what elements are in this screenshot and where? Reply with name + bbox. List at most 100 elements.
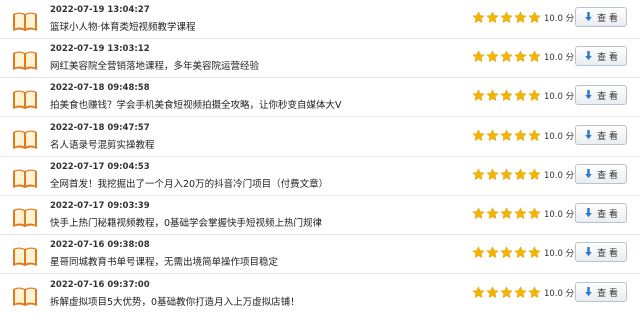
rating-stars xyxy=(472,11,541,25)
list-item: 2022-07-19 13:04:27 篮球小人物·体育类短视频教学课程 10.0 … xyxy=(0,0,640,39)
open-book-icon xyxy=(13,130,37,149)
view-button[interactable]: 查 看 xyxy=(575,282,627,302)
item-score: 10.0 分 xyxy=(544,14,575,24)
view-button-label: 查 看 xyxy=(597,288,618,299)
star-icon xyxy=(472,50,485,63)
item-date: 2022-07-18 09:48:58 xyxy=(50,83,150,93)
star-icon xyxy=(514,129,527,142)
star-icon xyxy=(528,50,541,63)
star-icon xyxy=(472,168,485,181)
item-date: 2022-07-18 09:47:57 xyxy=(50,123,150,133)
star-icon xyxy=(514,89,527,102)
item-title: 名人语录号混剪实操教程 xyxy=(50,140,155,151)
open-book-icon xyxy=(13,12,37,31)
star-icon xyxy=(472,89,485,102)
download-arrow-icon xyxy=(585,130,592,140)
star-icon xyxy=(500,50,513,63)
open-book-icon xyxy=(13,51,37,70)
item-score: 10.0 分 xyxy=(544,53,575,63)
download-arrow-icon xyxy=(585,90,592,100)
course-list: 2022-07-19 13:04:27 篮球小人物·体育类短视频教学课程 10.0 … xyxy=(0,0,640,315)
star-icon xyxy=(486,168,499,181)
item-score: 10.0 分 xyxy=(544,171,575,181)
item-date: 2022-07-17 09:04:53 xyxy=(50,162,150,172)
download-arrow-icon xyxy=(585,169,592,179)
star-icon xyxy=(528,89,541,102)
view-button[interactable]: 查 看 xyxy=(575,203,627,223)
view-button-label: 查 看 xyxy=(597,131,618,142)
item-date: 2022-07-16 09:38:08 xyxy=(50,240,150,250)
rating-stars xyxy=(472,89,541,103)
star-icon xyxy=(528,207,541,220)
list-item: 2022-07-17 09:04:53 全网首发！我挖掘出了一个月入20万的抖音冷… xyxy=(0,157,640,196)
download-arrow-icon xyxy=(585,287,592,297)
item-title: 星哥同城教育书单号课程，无需出境简单操作项目稳定 xyxy=(50,257,279,268)
rating-stars xyxy=(472,246,541,260)
star-icon xyxy=(528,168,541,181)
list-item: 2022-07-18 09:47:57 名人语录号混剪实操教程 10.0 分 查 看 xyxy=(0,118,640,157)
download-arrow-icon xyxy=(585,12,592,22)
list-item: 2022-07-17 09:03:39 快手上热门秘籍视频教程，0基础学会掌握快手… xyxy=(0,196,640,235)
star-icon xyxy=(486,129,499,142)
item-score: 10.0 分 xyxy=(544,289,575,299)
star-icon xyxy=(528,246,541,259)
view-button-label: 查 看 xyxy=(597,91,618,102)
view-button-label: 查 看 xyxy=(597,13,618,24)
list-item: 2022-07-19 13:03:12 网红美容院全营销落地课程，多年美容院运营经… xyxy=(0,39,640,78)
item-date: 2022-07-19 13:03:12 xyxy=(50,44,150,54)
star-icon xyxy=(500,129,513,142)
item-title: 篮球小人物·体育类短视频教学课程 xyxy=(50,22,196,33)
download-arrow-icon xyxy=(585,208,592,218)
item-score: 10.0 分 xyxy=(544,92,575,102)
list-item: 2022-07-18 09:48:58 拍美食也赚钱？学会手机美食短视频拍摄全攻略… xyxy=(0,78,640,117)
star-icon xyxy=(528,11,541,24)
item-score: 10.0 分 xyxy=(544,132,575,142)
star-icon xyxy=(514,286,527,299)
item-title: 拍美食也赚钱？学会手机美食短视频拍摄全攻略，让你秒变自媒体大V xyxy=(50,100,342,111)
star-icon xyxy=(500,207,513,220)
item-date: 2022-07-16 09:37:00 xyxy=(50,280,150,290)
star-icon xyxy=(514,168,527,181)
view-button-label: 查 看 xyxy=(597,170,618,181)
star-icon xyxy=(472,246,485,259)
star-icon xyxy=(472,207,485,220)
rating-stars xyxy=(472,168,541,182)
star-icon xyxy=(486,11,499,24)
star-icon xyxy=(500,168,513,181)
view-button[interactable]: 查 看 xyxy=(575,164,627,184)
star-icon xyxy=(486,246,499,259)
star-icon xyxy=(514,11,527,24)
star-icon xyxy=(472,286,485,299)
star-icon xyxy=(514,50,527,63)
star-icon xyxy=(472,129,485,142)
star-icon xyxy=(528,286,541,299)
star-icon xyxy=(500,11,513,24)
view-button-label: 查 看 xyxy=(597,248,618,259)
item-title: 全网首发！我挖掘出了一个月入20万的抖音冷门项目（付费文章） xyxy=(50,179,329,190)
view-button[interactable]: 查 看 xyxy=(575,7,627,27)
download-arrow-icon xyxy=(585,247,592,257)
item-date: 2022-07-17 09:03:39 xyxy=(50,201,150,211)
star-icon xyxy=(486,89,499,102)
open-book-icon xyxy=(13,90,37,109)
rating-stars xyxy=(472,50,541,64)
star-icon xyxy=(486,286,499,299)
view-button[interactable]: 查 看 xyxy=(575,242,627,262)
item-score: 10.0 分 xyxy=(544,249,575,259)
view-button[interactable]: 查 看 xyxy=(575,46,627,66)
view-button[interactable]: 查 看 xyxy=(575,125,627,145)
list-item: 2022-07-16 09:37:00 拆解虚拟项目5大优势，0基础教你打造月入上… xyxy=(0,275,640,315)
star-icon xyxy=(486,207,499,220)
star-icon xyxy=(500,89,513,102)
view-button-label: 查 看 xyxy=(597,52,618,63)
item-score: 10.0 分 xyxy=(544,210,575,220)
star-icon xyxy=(514,207,527,220)
item-title: 拆解虚拟项目5大优势，0基础教你打造月入上万虚拟店铺！ xyxy=(50,297,300,308)
view-button[interactable]: 查 看 xyxy=(575,85,627,105)
list-item: 2022-07-16 09:38:08 星哥同城教育书单号课程，无需出境简单操作项… xyxy=(0,235,640,274)
star-icon xyxy=(486,50,499,63)
star-icon xyxy=(500,246,513,259)
item-title: 网红美容院全营销落地课程，多年美容院运营经验 xyxy=(50,61,260,72)
rating-stars xyxy=(472,207,541,221)
item-date: 2022-07-19 13:04:27 xyxy=(50,5,150,15)
